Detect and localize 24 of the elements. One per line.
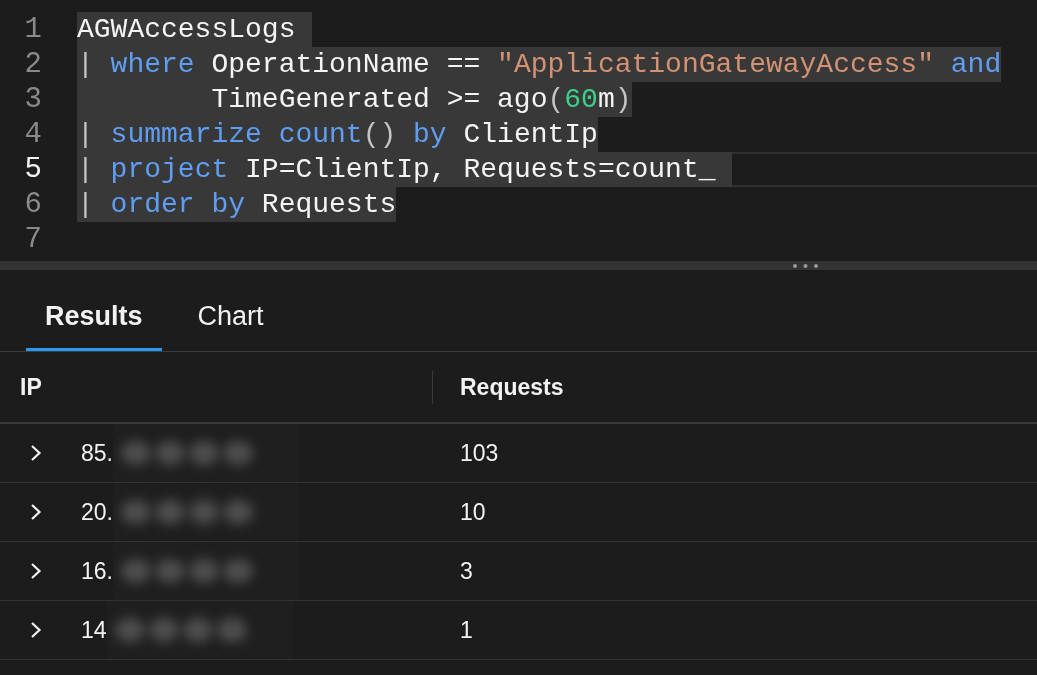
chevron-icon[interactable] [30,503,42,521]
result-tab[interactable]: Results [26,284,162,351]
table-cell: 3 [460,557,473,585]
column-header[interactable]: IP [20,373,42,401]
table-cell: 16. [81,557,113,585]
line-number: 7 [23,222,43,257]
line-number: 6 [23,187,43,222]
chevron-icon[interactable] [30,621,42,639]
chevron-icon[interactable] [30,562,42,580]
line-number: 1 [23,12,43,47]
table-cell: 10 [460,498,486,526]
table-cell: 103 [460,439,499,467]
line-number: 5 [23,152,43,187]
line-number: 2 [23,47,43,82]
line-number: 4 [23,117,43,152]
chevron-icon[interactable] [30,444,42,462]
table-cell: 20. [81,498,113,526]
grip-icon[interactable] [793,263,818,268]
table-cell: 1 [460,616,473,644]
result-tab[interactable]: Chart [178,284,283,351]
table-cell: 14 [81,616,107,644]
line-number: 3 [23,82,43,117]
table-cell: 85. [81,439,113,467]
column-header[interactable]: Requests [460,373,564,401]
